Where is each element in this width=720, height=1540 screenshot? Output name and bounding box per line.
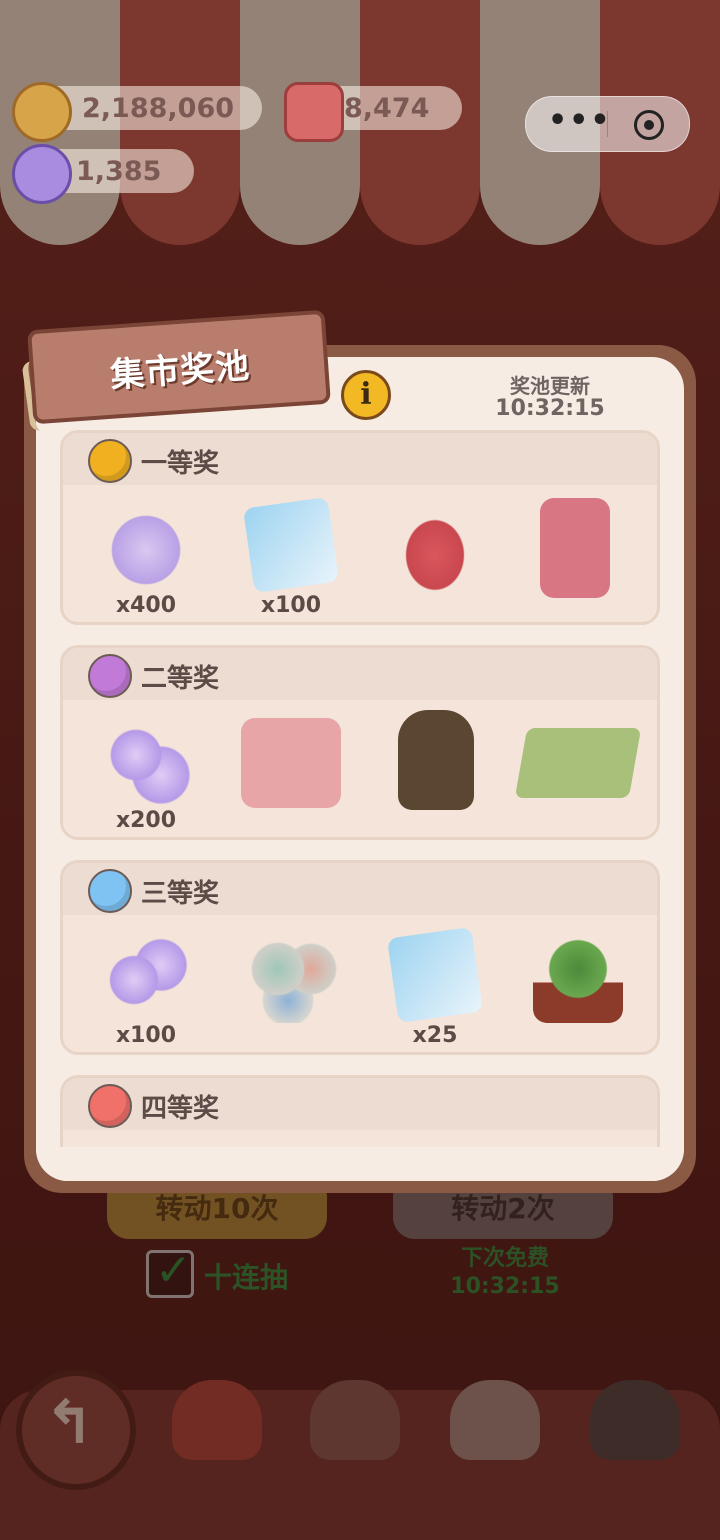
tier-header: 三等奖 [63,863,657,915]
tier-header: 四等奖 [63,1078,657,1130]
tier-title: 三等奖 [141,879,220,909]
recipe-book-card-icon[interactable] [242,496,340,594]
tier-header: 一等奖 [63,433,657,485]
item-quantity: x25 [412,1023,458,1048]
tier-1-section: 一等奖 x400 x100 [60,430,660,625]
candy-icon [12,144,72,204]
tier-3-section: 三等奖 x100 x25 [60,860,660,1055]
info-icon[interactable]: i [341,370,391,420]
pink-sink-icon[interactable] [241,718,341,808]
tier-2-section: 二等奖 x200 [60,645,660,840]
lantern-icon[interactable] [398,710,474,810]
candy-pile-icon[interactable] [96,710,196,810]
item-quantity: x400 [115,593,177,618]
candies-value: 1,385 [76,155,162,187]
gold-ball-icon [88,439,132,483]
low-table-icon[interactable] [514,728,642,798]
gems-value: 8,474 [344,92,430,124]
item-quantity: x100 [115,1023,177,1048]
candy-cluster-icon[interactable] [96,925,196,1025]
tier-header: 二等奖 [63,648,657,700]
more-menu-button[interactable]: ••• [548,106,610,137]
capsule-divider [607,111,608,137]
paint-buckets-icon[interactable] [243,933,343,1023]
flower-stand-icon[interactable] [533,933,623,1023]
cookie-icon [12,82,72,142]
purple-ball-icon [88,654,132,698]
panda-cabinet-icon[interactable] [540,498,610,598]
tier-4-section: 四等奖 [60,1075,660,1147]
miniprogram-capsule: ••• [525,96,690,152]
chef-card-icon[interactable] [386,926,484,1024]
item-quantity: x200 [115,808,177,833]
tier-title: 一等奖 [141,449,220,479]
tier-title: 二等奖 [141,664,220,694]
item-quantity: x100 [260,593,322,618]
candy-jar-icon[interactable] [96,495,196,595]
red-ball-icon [88,1084,132,1128]
piano-desk-icon[interactable] [385,495,485,595]
close-record-icon[interactable] [634,110,664,140]
tier-title: 四等奖 [141,1094,220,1124]
coins-value: 2,188,060 [82,92,235,124]
jelly-icon [284,82,344,142]
refresh-time: 10:32:15 [495,396,605,421]
modal-title: 集市奖池 [109,346,252,396]
modal-bottom-mask [36,1147,684,1181]
refresh-label: 奖池更新 [510,374,590,398]
blue-ball-icon [88,869,132,913]
